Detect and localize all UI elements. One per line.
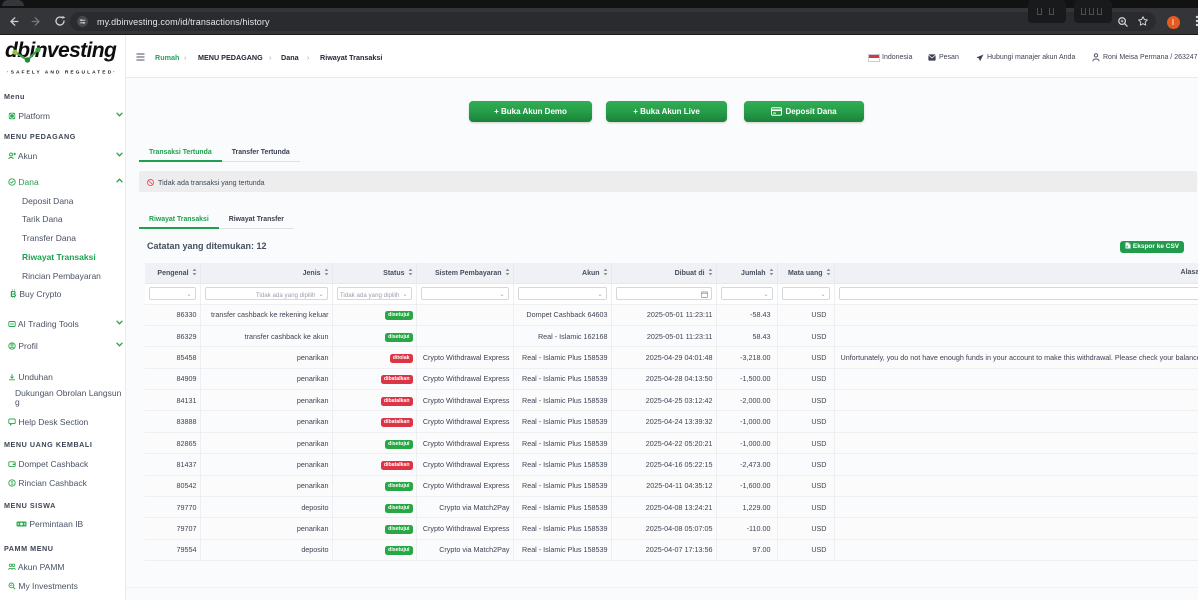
- svg-text:a: a: [1126, 245, 1128, 249]
- svg-text:$: $: [11, 481, 14, 487]
- svg-text:B: B: [10, 289, 16, 298]
